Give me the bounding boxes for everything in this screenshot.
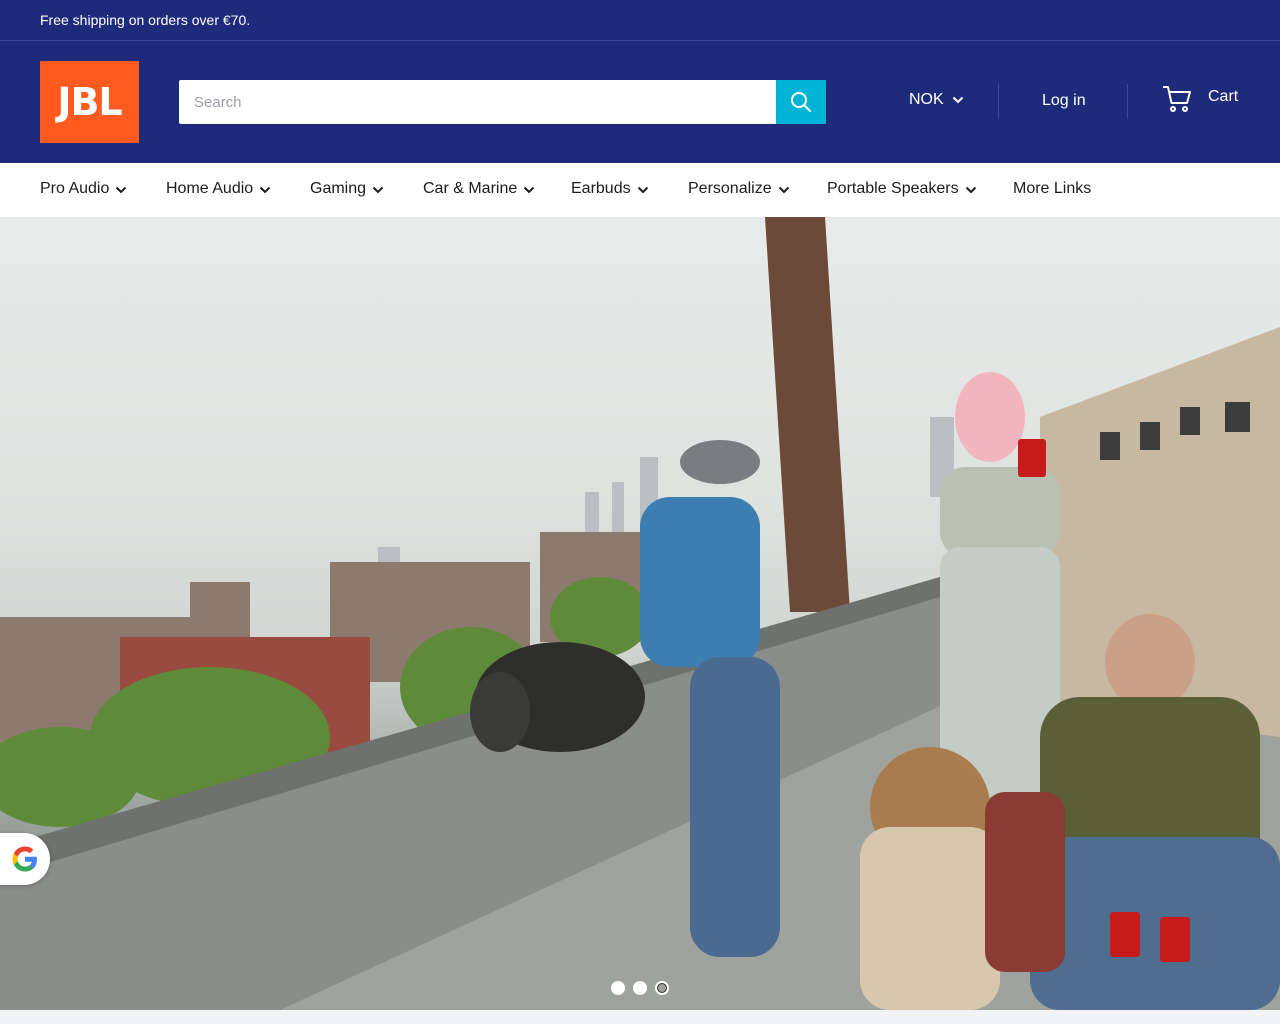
cart-link[interactable]: Cart [1162,85,1238,113]
search-button[interactable] [776,80,826,124]
nav-item-label: Personalize [688,180,772,197]
slide-dot[interactable] [611,981,625,995]
header-divider [1127,84,1128,119]
nav-item-pro-audio[interactable]: Pro Audio [40,180,127,198]
nav-item-car-marine[interactable]: Car & Marine [423,180,535,198]
header-divider [998,84,999,119]
cart-label: Cart [1208,88,1239,105]
nav-item-label: More Links [1013,180,1092,197]
search-input[interactable] [179,80,776,124]
hero-image [0,217,1280,1010]
page-bottom-strip [0,1010,1280,1024]
nav-item-label: Home Audio [166,180,254,197]
chevron-down-icon [524,186,535,194]
chevron-down-icon [637,186,648,194]
nav-item-personalize[interactable]: Personalize [688,180,790,198]
google-icon [12,846,37,872]
nav-item-portable-speakers[interactable]: Portable Speakers [827,180,977,198]
chevron-down-icon [259,186,271,194]
nav-item-label: Earbuds [571,180,631,197]
nav-item-label: Gaming [310,180,367,197]
nav-item-label: Pro Audio [40,180,110,197]
nav-item-gaming[interactable]: Gaming [310,180,384,198]
currency-selector[interactable]: NOK [909,91,964,109]
cart-icon [1163,86,1191,112]
currency-label: NOK [909,91,944,108]
google-reviews-badge[interactable] [0,833,50,885]
logo-text: JBL [57,80,122,124]
chevron-down-icon [965,186,976,194]
slide-dot[interactable] [633,981,647,995]
slideshow-dots [611,981,669,995]
slide-dot-active[interactable] [655,981,669,995]
announcement-text: Free shipping on orders over €70. [40,12,251,28]
nav-item-earbuds[interactable]: Earbuds [571,180,649,198]
main-navigation: Pro Audio Home Audio Gaming Car & Marine… [0,163,1280,217]
chevron-down-icon [778,186,789,194]
search-bar [179,80,826,124]
hero-banner[interactable] [0,217,1280,1010]
site-header: JBL NOK Log in Cart [0,41,1280,163]
login-link[interactable]: Log in [1042,92,1086,110]
chevron-down-icon [116,186,127,194]
chevron-down-icon [372,186,384,194]
nav-item-home-audio[interactable]: Home Audio [166,180,271,198]
nav-item-more-links[interactable]: More Links [1013,180,1091,198]
nav-item-label: Portable Speakers [827,180,959,197]
announcement-bar: Free shipping on orders over €70. [0,0,1280,41]
jbl-logo[interactable]: JBL [40,61,139,143]
nav-item-label: Car & Marine [423,180,518,197]
chevron-down-icon [952,96,963,104]
search-icon [791,92,811,112]
